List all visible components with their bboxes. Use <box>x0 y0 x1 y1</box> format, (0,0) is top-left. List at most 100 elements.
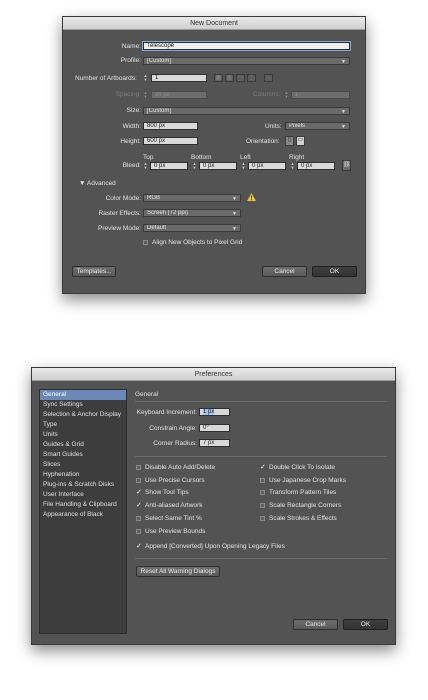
corner-radius-field[interactable]: 7 px <box>199 439 230 447</box>
checkbox-box <box>136 516 141 521</box>
use-precise-cursors-checkbox[interactable]: Use Precise Cursors <box>136 476 205 485</box>
width-label: Width: <box>122 123 141 130</box>
bleed-right-value: 0 px <box>301 163 313 169</box>
checkbox-label: Disable Auto Add/Delete <box>145 464 216 471</box>
landscape-icon[interactable]: ▭ <box>296 136 305 146</box>
sidebar-item-selection-anchor-display[interactable]: Selection & Anchor Display <box>40 410 126 420</box>
checkbox-label: Double Click To Isolate <box>269 464 335 471</box>
select-same-tint-checkbox[interactable]: Select Same Tint % <box>136 514 202 523</box>
arrange-by-row-icon[interactable]: ⋯ <box>236 74 245 82</box>
preview-mode-select[interactable]: Default ▼ <box>143 224 241 232</box>
disclosure-triangle-icon: ▼ <box>79 180 86 187</box>
advanced-disclosure[interactable]: ▼ Advanced <box>79 179 116 188</box>
artboards-label: Number of Artboards: <box>75 75 137 82</box>
reset-divider <box>135 558 387 559</box>
bleed-label: Bleed: <box>122 162 141 169</box>
bleed-right-field[interactable]: 0 px <box>297 162 335 170</box>
options-divider <box>135 456 387 457</box>
link-icon[interactable]: ⛓ <box>342 160 351 171</box>
spacing-stepper[interactable]: ▲ ▼ <box>143 91 148 99</box>
ok-button[interactable]: OK <box>312 266 357 277</box>
sidebar-item-type[interactable]: Type <box>40 420 126 430</box>
columns-stepper[interactable]: ▲ ▼ <box>284 91 289 99</box>
sidebar-item-sync-settings[interactable]: Sync Settings <box>40 400 126 410</box>
scale-strokes-effects-checkbox[interactable]: Scale Strokes & Effects <box>260 514 337 523</box>
constrain-angle-field[interactable]: 0° <box>199 424 230 432</box>
artboards-stepper[interactable]: ▲ ▼ <box>143 74 148 82</box>
units-select[interactable]: Pixels ▼ <box>285 122 350 130</box>
transform-pattern-tiles-checkbox[interactable]: Transform Pattern Tiles <box>260 488 336 497</box>
sidebar-item-appearance-of-black[interactable]: Appearance of Black <box>40 510 126 520</box>
align-pixel-grid-checkbox[interactable]: Align New Objects to Pixel Grid <box>143 238 242 247</box>
raster-effects-select[interactable]: Screen (72 ppi) ▼ <box>143 209 241 217</box>
templates-button[interactable]: Templates... <box>72 266 116 277</box>
units-label: Units: <box>265 123 282 130</box>
preview-mode-label: Preview Mode: <box>98 225 141 232</box>
disable-auto-add-delete-checkbox[interactable]: Disable Auto Add/Delete <box>136 463 215 472</box>
width-field[interactable]: 800 px <box>143 122 198 130</box>
columns-field[interactable]: 1 <box>291 91 350 99</box>
sidebar-item-user-interface[interactable]: User Interface <box>40 490 126 500</box>
grid-by-row-icon[interactable]: ▦ <box>214 74 223 82</box>
bleed-left-stepper[interactable]: ▲ ▼ <box>241 162 246 170</box>
height-label: Height: <box>120 138 141 145</box>
show-tool-tips-checkbox[interactable]: ✓ Show Tool Tips <box>136 488 189 497</box>
layout-order-icon[interactable]: → <box>264 74 273 82</box>
bleed-top-field[interactable]: 0 px <box>150 162 188 170</box>
name-field[interactable]: Telescope <box>142 41 351 51</box>
spacing-field[interactable]: 20 px <box>151 91 207 99</box>
bleed-right-stepper[interactable]: ▲ ▼ <box>290 162 295 170</box>
corner-radius-value: 7 px <box>203 440 215 446</box>
spacing-field-value: 20 px <box>155 92 170 98</box>
bleed-left-field[interactable]: 0 px <box>248 162 286 170</box>
corner-radius-label: Corner Radius: <box>153 440 197 447</box>
ok-button[interactable]: OK <box>343 619 388 630</box>
checkbox-label: Use Precise Cursors <box>145 477 205 484</box>
scale-rectangle-corners-checkbox[interactable]: Scale Rectangle Corners <box>260 501 341 510</box>
bleed-bottom-field[interactable]: 0 px <box>199 162 237 170</box>
checkbox-box <box>143 240 148 245</box>
append-converted-checkbox[interactable]: ✓ Append [Converted] Upon Opening Legacy … <box>136 542 285 551</box>
cancel-button[interactable]: Cancel <box>293 619 338 630</box>
size-select-value: [Custom] <box>147 108 172 114</box>
bleed-bottom-stepper[interactable]: ▲ ▼ <box>192 162 197 170</box>
sidebar-item-units[interactable]: Units <box>40 430 126 440</box>
checkmark-icon: ✓ <box>136 543 142 550</box>
checkbox-box <box>260 516 265 521</box>
sidebar-item-plugins-scratch-disks[interactable]: Plug-ins & Scratch Disks <box>40 480 126 490</box>
sidebar-item-guides-grid[interactable]: Guides & Grid <box>40 440 126 450</box>
bleed-top-value: 0 px <box>154 163 166 169</box>
arrange-by-column-icon[interactable]: ⋮ <box>247 74 256 82</box>
size-label: Size: <box>126 107 141 114</box>
use-preview-bounds-checkbox[interactable]: Use Preview Bounds <box>136 527 205 536</box>
size-select[interactable]: [Custom] ▼ <box>143 107 350 115</box>
chevron-down-icon: ▼ <box>341 59 346 65</box>
sidebar-item-file-handling-clipboard[interactable]: File Handling & Clipboard <box>40 500 126 510</box>
portrait-icon[interactable]: ▯ <box>285 136 294 146</box>
use-japanese-crop-marks-checkbox[interactable]: Use Japanese Crop Marks <box>260 476 346 485</box>
grid-by-column-icon[interactable]: ▥ <box>225 74 234 82</box>
chevron-down-icon: ▼ <box>341 109 346 115</box>
color-mode-select[interactable]: RGB ▼ <box>143 194 241 202</box>
bleed-top-stepper[interactable]: ▲ ▼ <box>143 162 148 170</box>
artboards-field[interactable]: 1 <box>151 74 207 82</box>
cancel-button[interactable]: Cancel <box>262 266 307 277</box>
anti-aliased-artwork-checkbox[interactable]: ✓ Anti-aliased Artwork <box>136 501 202 510</box>
checkmark-icon: ✓ <box>260 464 266 471</box>
columns-label: Columns: <box>253 91 281 98</box>
checkbox-box <box>136 478 141 483</box>
reset-warning-dialogs-button[interactable]: Reset All Warning Dialogs <box>136 566 220 577</box>
bleed-left-value: 0 px <box>252 163 264 169</box>
checkmark-icon: ✓ <box>136 502 142 509</box>
height-field[interactable]: 600 px <box>143 137 198 145</box>
constrain-angle-value: 0° <box>203 425 209 431</box>
columns-field-value: 1 <box>295 92 299 98</box>
keyboard-increment-field[interactable]: 1 px <box>199 408 230 416</box>
sidebar-item-hyphenation[interactable]: Hyphenation <box>40 470 126 480</box>
double-click-to-isolate-checkbox[interactable]: ✓ Double Click To Isolate <box>260 463 335 472</box>
sidebar-item-smart-guides[interactable]: Smart Guides <box>40 450 126 460</box>
chevron-down-icon: ▼ <box>232 211 237 217</box>
sidebar-item-slices[interactable]: Slices <box>40 460 126 470</box>
profile-select[interactable]: [Custom] ▼ <box>143 57 350 65</box>
sidebar-item-general[interactable]: General <box>40 390 126 400</box>
